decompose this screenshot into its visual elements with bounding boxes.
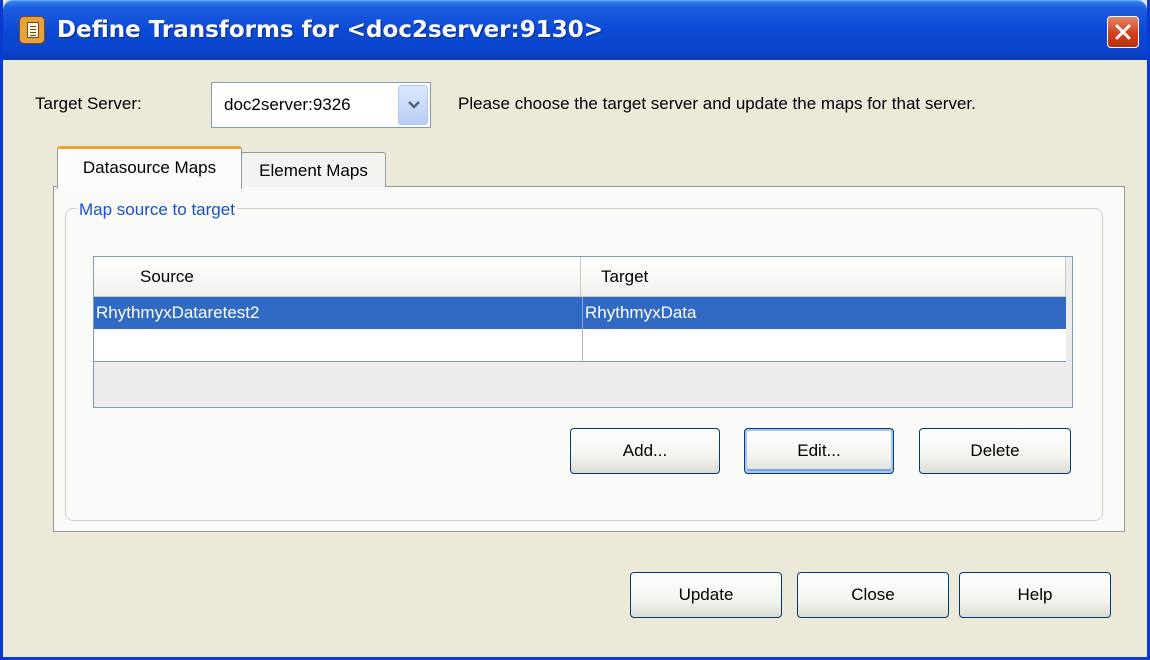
title-bar[interactable]: Define Transforms for <doc2server:9130> — [3, 0, 1147, 60]
tab-label: Datasource Maps — [82, 158, 217, 177]
column-header-target[interactable]: Target — [581, 257, 1066, 297]
help-button[interactable]: Help — [959, 572, 1111, 618]
tab-label: Element Maps — [259, 161, 368, 180]
target-server-hint: Please choose the target server and upda… — [458, 94, 976, 113]
tab-datasource-maps[interactable]: Datasource Maps — [57, 146, 242, 189]
target-server-select[interactable]: doc2server:9326 — [211, 82, 431, 128]
target-cell-empty[interactable] — [582, 329, 1066, 361]
window-title: Define Transforms for <doc2server:9130> — [57, 17, 604, 43]
table-row[interactable]: RhythmyxDataretest2 RhythmyxData — [94, 297, 1066, 329]
edit-button[interactable]: Edit... — [744, 428, 894, 474]
table-row-empty[interactable] — [94, 329, 1066, 362]
source-cell-empty[interactable] — [94, 329, 582, 361]
dialog-window: Define Transforms for <doc2server:9130> … — [0, 0, 1150, 660]
close-button[interactable]: Close — [797, 572, 949, 618]
target-server-label: Target Server: — [35, 94, 142, 113]
source-cell[interactable]: RhythmyxDataretest2 — [94, 297, 582, 329]
delete-button[interactable]: Delete — [919, 428, 1071, 474]
dropdown-button[interactable] — [398, 85, 428, 125]
target-server-value: doc2server:9326 — [224, 95, 351, 114]
close-icon[interactable] — [1107, 16, 1139, 48]
tab-element-maps[interactable]: Element Maps — [241, 152, 386, 187]
chevron-down-icon — [408, 101, 420, 109]
group-title: Map source to target — [77, 200, 237, 220]
target-cell[interactable]: RhythmyxData — [582, 297, 1066, 329]
column-header-source[interactable]: Source — [94, 257, 581, 297]
map-table[interactable]: Source Target RhythmyxDataretest2 Rhythm… — [93, 256, 1073, 408]
update-button[interactable]: Update — [630, 572, 782, 618]
add-button[interactable]: Add... — [570, 428, 720, 474]
document-icon — [19, 16, 45, 44]
